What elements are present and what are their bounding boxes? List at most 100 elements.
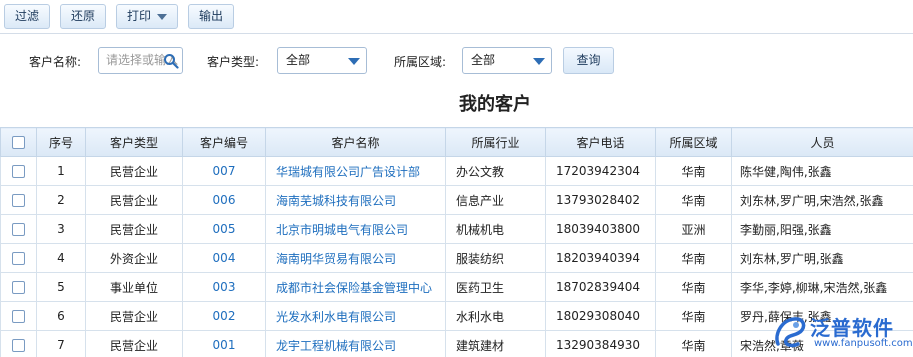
cell-no: 1	[36, 156, 86, 186]
cell-region: 亚洲	[655, 214, 732, 244]
brand-logo-icon	[775, 317, 806, 348]
print-button[interactable]: 打印	[116, 4, 178, 29]
select-all-checkbox-cell[interactable]	[0, 127, 37, 157]
search-icon[interactable]	[163, 53, 179, 69]
region-select[interactable]: 全部	[462, 47, 552, 74]
cell-people: 李勤丽,阳强,张鑫	[731, 214, 913, 244]
customer-type-label: 客户类型:	[207, 55, 260, 69]
cell-name[interactable]: 海南明华贸易有限公司	[265, 243, 446, 273]
cell-name[interactable]: 海南芜城科技有限公司	[265, 185, 446, 215]
cell-industry: 机械机电	[445, 214, 546, 244]
cell-region: 华南	[655, 301, 732, 331]
cell-no: 4	[36, 243, 86, 273]
cell-code[interactable]: 004	[182, 243, 266, 273]
select-all-checkbox[interactable]	[12, 136, 25, 149]
table-row[interactable]: 1 民营企业 007 华瑞城有限公司广告设计部 办公文教 17203942304 华南 陈华健…	[0, 156, 913, 186]
column-header[interactable]: 序号	[36, 127, 86, 157]
row-checkbox-cell[interactable]	[0, 156, 37, 186]
cell-phone: 13793028402	[545, 185, 656, 215]
chevron-down-icon	[157, 13, 167, 20]
cell-industry: 办公文教	[445, 156, 546, 186]
page-title: 我的客户	[459, 94, 531, 115]
row-checkbox[interactable]	[12, 165, 25, 178]
row-checkbox[interactable]	[12, 252, 25, 265]
filter-button[interactable]: 过滤	[4, 4, 50, 29]
column-header[interactable]: 客户编号	[182, 127, 266, 157]
row-checkbox-cell[interactable]	[0, 330, 37, 357]
cell-code[interactable]: 006	[182, 185, 266, 215]
restore-button[interactable]: 还原	[60, 4, 106, 29]
cell-industry: 水利水电	[445, 301, 546, 331]
cell-name[interactable]: 成都市社会保险基金管理中心	[265, 272, 446, 302]
cell-people: 刘东林,罗广明,张鑫	[731, 243, 913, 273]
table-row[interactable]: 4 外资企业 004 海南明华贸易有限公司 服装纺织 18203940394 华南 刘东林,罗…	[0, 243, 913, 273]
cell-people: 刘东林,罗广明,宋浩然,张鑫	[731, 185, 913, 215]
cell-people: 陈华健,陶伟,张鑫	[731, 156, 913, 186]
dropdown-arrow-icon	[533, 58, 545, 65]
cell-code[interactable]: 002	[182, 301, 266, 331]
row-checkbox-cell[interactable]	[0, 301, 37, 331]
cell-name[interactable]: 华瑞城有限公司广告设计部	[265, 156, 446, 186]
column-header[interactable]: 人员	[731, 127, 913, 157]
cell-code[interactable]: 001	[182, 330, 266, 357]
print-label: 打印	[126, 9, 151, 23]
cell-region: 华南	[655, 185, 732, 215]
row-checkbox-cell[interactable]	[0, 243, 37, 273]
column-header[interactable]: 客户电话	[545, 127, 656, 157]
query-button[interactable]: 查询	[563, 47, 614, 74]
cell-no: 7	[36, 330, 86, 357]
cell-people: 李华,李婷,柳琳,宋浩然,张鑫	[731, 272, 913, 302]
cell-region: 华南	[655, 272, 732, 302]
watermark-brand: 泛普软件	[810, 316, 894, 340]
table-row[interactable]: 2 民营企业 006 海南芜城科技有限公司 信息产业 13793028402 华南 刘东林,罗…	[0, 185, 913, 215]
cell-phone: 18203940394	[545, 243, 656, 273]
cell-industry: 服装纺织	[445, 243, 546, 273]
cell-no: 6	[36, 301, 86, 331]
cell-region: 华南	[655, 330, 732, 357]
table-row[interactable]: 3 民营企业 005 北京市明城电气有限公司 机械机电 18039403800 亚洲 李勤丽,…	[0, 214, 913, 244]
cell-type: 民营企业	[85, 185, 183, 215]
cell-industry: 信息产业	[445, 185, 546, 215]
cell-phone: 18039403800	[545, 214, 656, 244]
row-checkbox-cell[interactable]	[0, 185, 37, 215]
region-value: 全部	[471, 53, 496, 67]
column-header[interactable]: 客户类型	[85, 127, 183, 157]
row-checkbox[interactable]	[12, 310, 25, 323]
column-header[interactable]: 所属行业	[445, 127, 546, 157]
cell-code[interactable]: 003	[182, 272, 266, 302]
cell-code[interactable]: 005	[182, 214, 266, 244]
cell-industry: 建筑建材	[445, 330, 546, 357]
row-checkbox[interactable]	[12, 339, 25, 352]
table-header-row: 序号 客户类型 客户编号 客户名称 所属行业 客户电话 所属区域 人员	[0, 127, 913, 157]
cell-no: 5	[36, 272, 86, 302]
dropdown-arrow-icon	[348, 58, 360, 65]
cell-type: 事业单位	[85, 272, 183, 302]
row-checkbox[interactable]	[12, 223, 25, 236]
row-checkbox[interactable]	[12, 194, 25, 207]
cell-region: 华南	[655, 156, 732, 186]
row-checkbox[interactable]	[12, 281, 25, 294]
cell-phone: 13290384930	[545, 330, 656, 357]
cell-name[interactable]: 龙宇工程机械有限公司	[265, 330, 446, 357]
row-checkbox-cell[interactable]	[0, 272, 37, 302]
cell-type: 民营企业	[85, 214, 183, 244]
cell-region: 华南	[655, 243, 732, 273]
cell-type: 民营企业	[85, 301, 183, 331]
export-button[interactable]: 输出	[188, 4, 234, 29]
cell-name[interactable]: 北京市明城电气有限公司	[265, 214, 446, 244]
cell-code[interactable]: 007	[182, 156, 266, 186]
cell-no: 3	[36, 214, 86, 244]
customer-name-input[interactable]: 请选择或输入	[98, 47, 183, 74]
customer-name-label: 客户名称:	[29, 55, 82, 69]
customer-type-select[interactable]: 全部	[277, 47, 367, 74]
cell-name[interactable]: 光发水利水电有限公司	[265, 301, 446, 331]
row-checkbox-cell[interactable]	[0, 214, 37, 244]
cell-no: 2	[36, 185, 86, 215]
watermark-url: www.fanpusoft.com	[814, 338, 913, 349]
column-header[interactable]: 客户名称	[265, 127, 446, 157]
column-header[interactable]: 所属区域	[655, 127, 732, 157]
cell-industry: 医药卫生	[445, 272, 546, 302]
table-row[interactable]: 5 事业单位 003 成都市社会保险基金管理中心 医药卫生 18702839404 华南 李华…	[0, 272, 913, 302]
customer-type-value: 全部	[286, 53, 311, 67]
cell-type: 外资企业	[85, 243, 183, 273]
